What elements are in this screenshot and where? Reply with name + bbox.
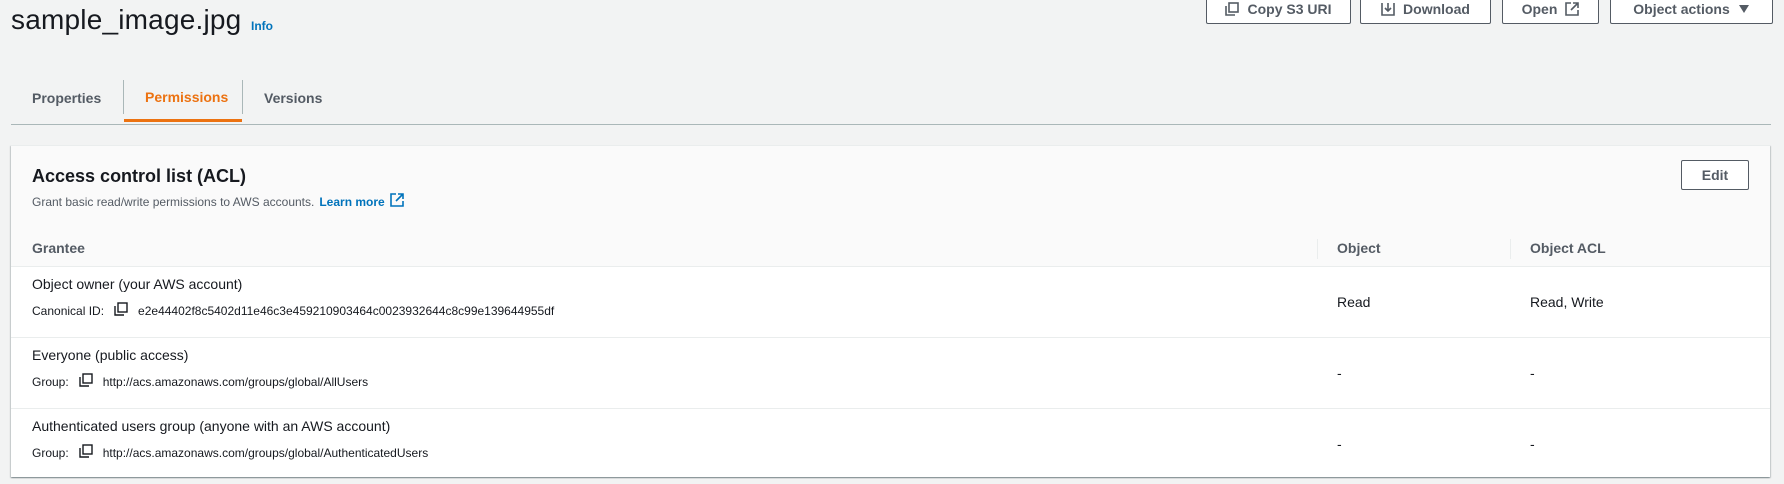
external-link-icon[interactable] — [389, 193, 404, 210]
grantee-id-label: Canonical ID: — [32, 303, 105, 318]
copy-icon — [1225, 2, 1240, 16]
grantee-id-label: Group: — [32, 445, 69, 460]
object-acl-permission: Read, Write — [1530, 294, 1604, 310]
acl-panel: Access control list (ACL) Grant basic re… — [11, 145, 1770, 477]
download-icon — [1381, 2, 1395, 16]
grantee-id: Group: http://acs.amazonaws.com/groups/g… — [32, 444, 428, 461]
acl-table-header: Grantee Object Object ACL — [11, 229, 1770, 267]
caret-down-icon — [1738, 4, 1750, 14]
copy-icon[interactable] — [78, 373, 93, 390]
external-link-icon — [1565, 2, 1580, 16]
column-header-object: Object — [1337, 239, 1381, 256]
acl-panel-header: Access control list (ACL) Grant basic re… — [11, 146, 1770, 229]
grantee-name: Authenticated users group (anyone with a… — [32, 418, 391, 434]
open-label: Open — [1521, 1, 1558, 17]
download-button[interactable]: Download — [1360, 0, 1491, 24]
copy-s3-uri-label: Copy S3 URI — [1247, 1, 1332, 17]
object-acl-permission: - — [1530, 436, 1535, 452]
column-divider — [1317, 239, 1318, 259]
page-title: sample_image.jpg — [11, 4, 242, 35]
tab-permissions[interactable]: Permissions — [124, 74, 242, 122]
grantee-id-label: Group: — [32, 374, 69, 389]
edit-label: Edit — [1701, 167, 1729, 183]
grantee-name: Everyone (public access) — [32, 347, 189, 363]
copy-icon[interactable] — [114, 302, 128, 319]
column-header-object-acl: Object ACL — [1530, 239, 1606, 256]
acl-title: Access control list (ACL) — [32, 166, 247, 186]
table-row: Object owner (your AWS account) Canonica… — [11, 267, 1770, 338]
tab-versions[interactable]: Versions — [243, 74, 343, 122]
grantee-name: Object owner (your AWS account) — [32, 276, 243, 292]
object-actions-label: Object actions — [1633, 1, 1730, 17]
column-divider — [1510, 239, 1511, 259]
object-permission: - — [1337, 365, 1342, 381]
acl-description: Grant basic read/write permissions to AW… — [32, 193, 404, 210]
grantee-id-value: e2e44402f8c5402d11e46c3e459210903464c002… — [138, 303, 555, 318]
grantee-id-value: http://acs.amazonaws.com/groups/global/A… — [102, 374, 369, 389]
tab-properties[interactable]: Properties — [11, 74, 123, 122]
info-link[interactable]: Info — [251, 19, 273, 33]
edit-button[interactable]: Edit — [1681, 160, 1749, 190]
grantee-id: Canonical ID: e2e44402f8c5402d11e46c3e45… — [32, 302, 554, 319]
copy-icon[interactable] — [78, 444, 93, 461]
column-header-grantee: Grantee — [32, 239, 85, 256]
download-label: Download — [1403, 1, 1470, 17]
table-row: Everyone (public access) Group: http://a… — [11, 338, 1770, 409]
acl-description-text: Grant basic read/write permissions to AW… — [32, 194, 315, 209]
object-actions-dropdown[interactable]: Object actions — [1610, 0, 1773, 24]
open-button[interactable]: Open — [1502, 0, 1599, 24]
object-permission: Read — [1337, 294, 1371, 310]
grantee-id-value: http://acs.amazonaws.com/groups/global/A… — [102, 445, 429, 460]
learn-more-link[interactable]: Learn more — [319, 195, 384, 209]
object-permission: - — [1337, 436, 1342, 452]
grantee-id: Group: http://acs.amazonaws.com/groups/g… — [32, 373, 368, 390]
table-row: Authenticated users group (anyone with a… — [11, 409, 1770, 479]
object-acl-permission: - — [1530, 365, 1535, 381]
tabs-bar: Properties Permissions Versions — [11, 74, 1771, 125]
copy-s3-uri-button[interactable]: Copy S3 URI — [1206, 0, 1351, 24]
